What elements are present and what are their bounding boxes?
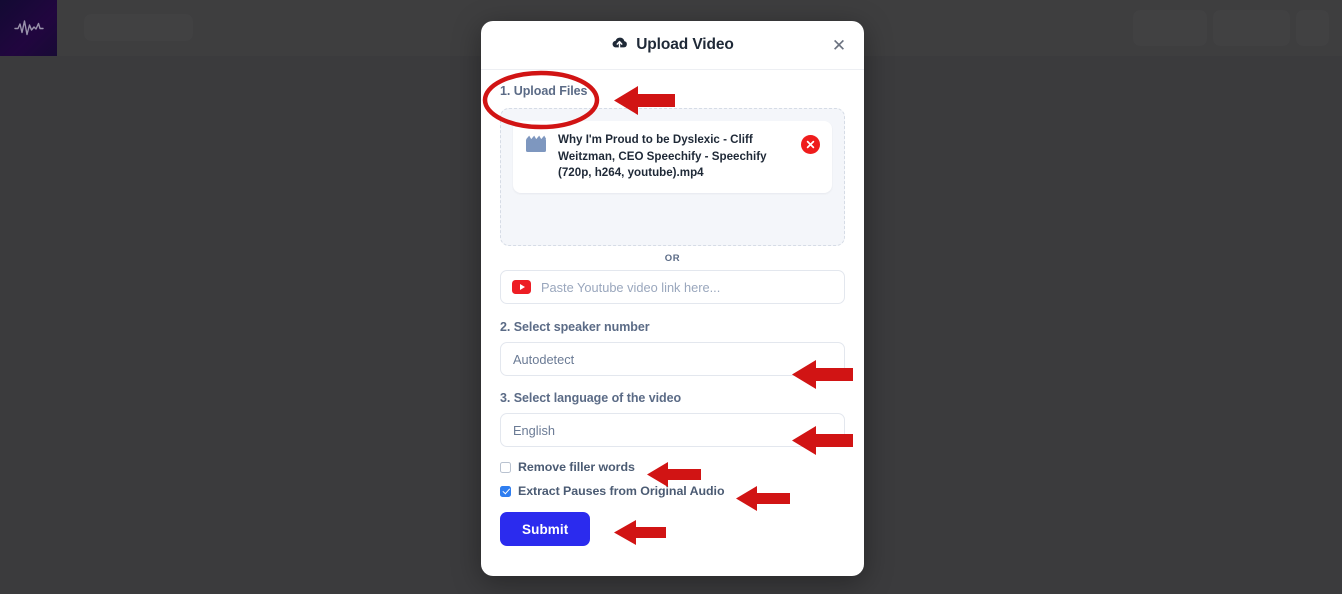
file-dropzone[interactable]: Why I'm Proud to be Dyslexic - Cliff Wei… <box>500 108 845 246</box>
extract-pauses-row[interactable]: Extract Pauses from Original Audio <box>500 484 845 498</box>
step-3-label: 3. Select language of the video <box>500 391 682 405</box>
language-select[interactable]: English <box>500 413 845 447</box>
waveform-logo-icon <box>13 19 44 37</box>
upload-video-modal: Upload Video ✕ 1. Upload Files Why I'm P… <box>481 21 864 576</box>
modal-title: Upload Video <box>611 36 734 55</box>
language-value: English <box>513 422 555 438</box>
topbar-button-3[interactable] <box>1296 10 1329 46</box>
step-2-label: 2. Select speaker number <box>500 320 650 334</box>
youtube-link-input[interactable]: Paste Youtube video link here... <box>500 270 845 304</box>
close-icon[interactable]: ✕ <box>828 34 850 56</box>
app-logo[interactable] <box>0 0 57 56</box>
youtube-link-placeholder: Paste Youtube video link here... <box>541 279 721 295</box>
speaker-number-value: Autodetect <box>513 351 575 367</box>
clapperboard-icon <box>525 134 547 159</box>
extract-pauses-label: Extract Pauses from Original Audio <box>518 484 725 498</box>
youtube-icon <box>512 280 531 294</box>
submit-button[interactable]: Submit <box>500 512 591 546</box>
remove-filler-words-row[interactable]: Remove filler words <box>500 460 845 474</box>
or-divider-label: OR <box>664 253 681 264</box>
search-input[interactable] <box>84 14 193 41</box>
uploaded-file-item: Why I'm Proud to be Dyslexic - Cliff Wei… <box>513 121 832 194</box>
remove-filler-words-label: Remove filler words <box>518 460 635 474</box>
step-1-label: 1. Upload Files <box>500 84 588 98</box>
cloud-upload-icon <box>611 36 628 55</box>
remove-file-icon[interactable] <box>801 135 820 154</box>
modal-body: 1. Upload Files Why I'm Proud to be Dysl… <box>481 70 864 546</box>
extract-pauses-checkbox[interactable] <box>500 485 511 497</box>
modal-header: Upload Video ✕ <box>481 21 864 70</box>
speaker-number-select[interactable]: Autodetect <box>500 342 845 376</box>
uploaded-file-name: Why I'm Proud to be Dyslexic - Cliff Wei… <box>558 133 767 180</box>
remove-filler-words-checkbox[interactable] <box>500 461 511 473</box>
topbar-button-1[interactable] <box>1133 10 1207 46</box>
modal-title-text: Upload Video <box>636 36 734 53</box>
topbar-button-2[interactable] <box>1213 10 1290 46</box>
